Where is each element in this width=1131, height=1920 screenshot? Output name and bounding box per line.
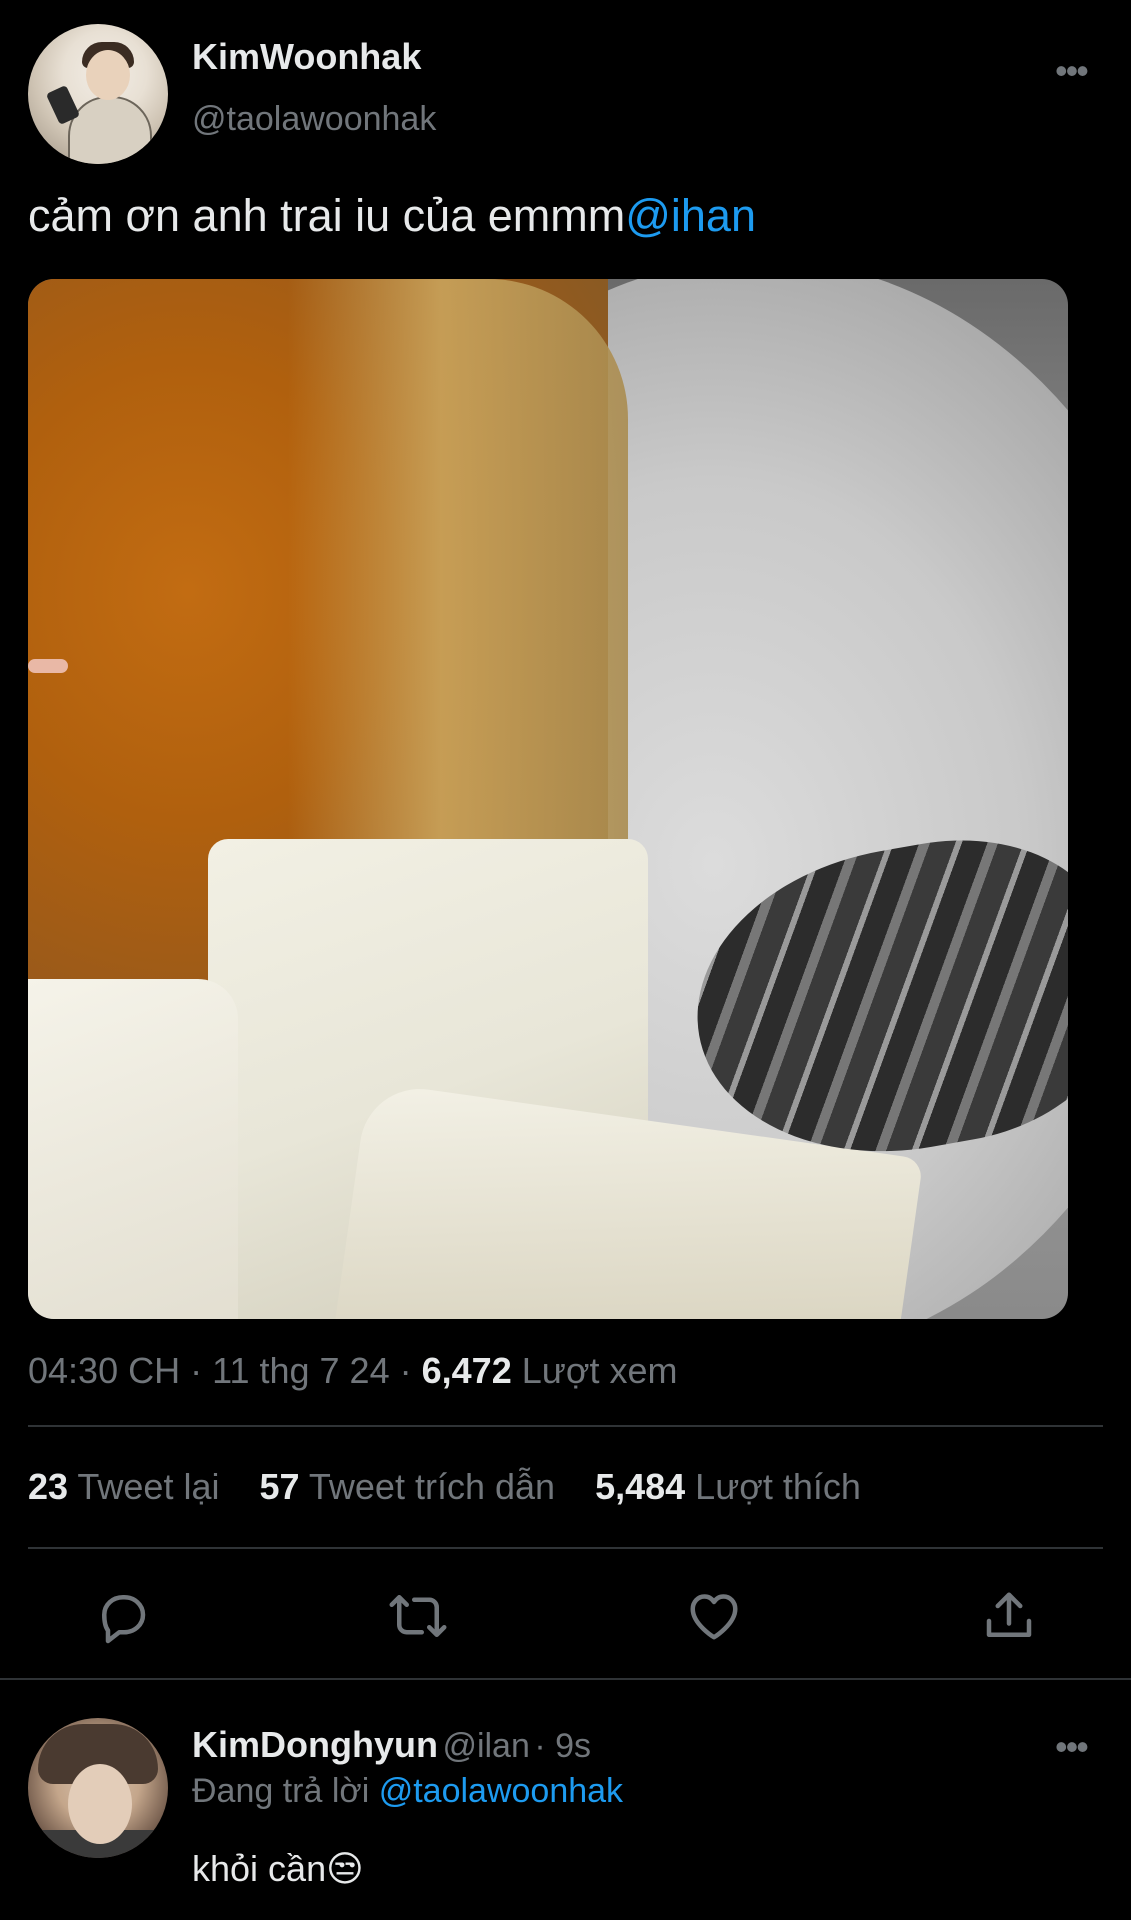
tweet-mention-link[interactable]: @ihan <box>625 190 756 241</box>
tweet-stats: 23 Tweet lại 57 Tweet trích dẫn 5,484 Lư… <box>28 1466 861 1508</box>
thread-divider <box>0 1678 1131 1680</box>
reply-author-handle[interactable]: @ilan <box>442 1727 529 1765</box>
heart-icon[interactable] <box>684 1586 744 1646</box>
tweet-time[interactable]: 04:30 CH <box>28 1350 180 1391</box>
retweet-icon[interactable] <box>388 1586 448 1646</box>
tweet-body: cảm ơn anh trai iu của emmm <box>28 190 626 241</box>
divider <box>28 1425 1103 1427</box>
author-avatar[interactable] <box>28 24 168 164</box>
views-count: 6,472 <box>421 1350 512 1391</box>
avatar-figure-face <box>68 1764 132 1844</box>
author-handle[interactable]: @taolawoonhak <box>192 100 436 139</box>
divider <box>28 1547 1103 1549</box>
reply-icon[interactable] <box>93 1586 153 1646</box>
reply-author-name[interactable]: KimDonghyun <box>192 1724 438 1765</box>
tweet-meta: 04:30 CH · 11 thg 7 24 · 6,472 Lượt xem <box>28 1350 677 1392</box>
tweet-photo[interactable] <box>28 279 1068 1319</box>
tweet-date[interactable]: 11 thg 7 24 <box>212 1350 390 1391</box>
retweets-label: Tweet lại <box>77 1466 220 1507</box>
avatar-figure-face <box>86 50 130 100</box>
tweet-text: cảm ơn anh trai iu của emmm@ihan <box>28 190 756 242</box>
meta-separator: · <box>190 1350 213 1391</box>
quotes-stat[interactable]: 57 Tweet trích dẫn <box>260 1466 556 1507</box>
retweets-count: 23 <box>28 1466 69 1507</box>
quotes-count: 57 <box>259 1466 300 1507</box>
likes-count: 5,484 <box>595 1466 686 1507</box>
photo-egg-rind <box>288 279 628 899</box>
photo-egg-white-left <box>28 979 238 1319</box>
likes-stat[interactable]: 5,484 Lượt thích <box>595 1466 861 1507</box>
meta-separator: · <box>534 1727 556 1765</box>
avatar-figure-shirt <box>68 96 152 164</box>
more-icon[interactable]: ••• <box>1055 50 1089 92</box>
share-icon[interactable] <box>979 1586 1039 1646</box>
views-label: Lượt xem <box>521 1350 678 1391</box>
author-name[interactable]: KimWoonhak <box>192 36 421 78</box>
likes-label: Lượt thích <box>695 1466 861 1507</box>
reply-text: khỏi cần😒 <box>192 1848 364 1889</box>
reply-header: KimDonghyun @ilan · 9s <box>192 1724 591 1766</box>
replying-to-line: Đang trả lời @taolawoonhak <box>192 1772 623 1811</box>
reply-time[interactable]: 9s <box>555 1727 591 1765</box>
meta-separator: · <box>399 1350 422 1391</box>
retweets-stat[interactable]: 23 Tweet lại <box>28 1466 219 1507</box>
replying-prefix: Đang trả lời <box>192 1772 370 1810</box>
replying-to-link[interactable]: @taolawoonhak <box>379 1772 623 1810</box>
more-icon[interactable]: ••• <box>1055 1726 1089 1768</box>
quotes-label: Tweet trích dẫn <box>308 1466 556 1507</box>
photo-pink-object <box>28 659 68 673</box>
reply-author-avatar[interactable] <box>28 1718 168 1858</box>
